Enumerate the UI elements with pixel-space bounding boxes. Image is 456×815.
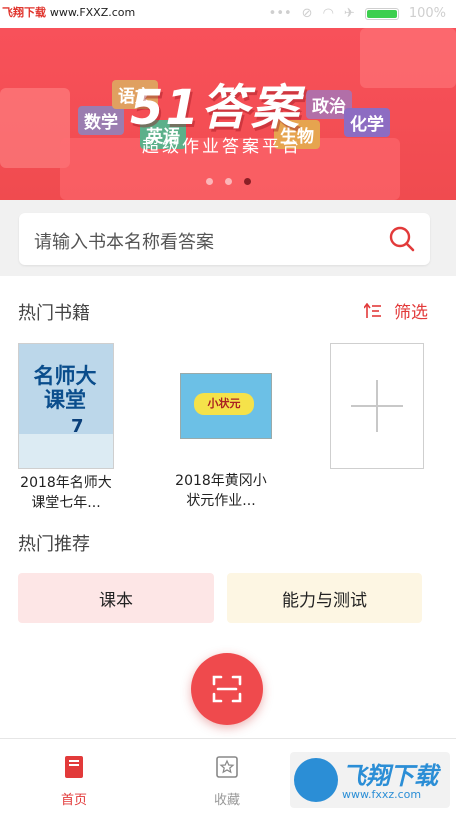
- watermark-url: www.fxxz.com: [342, 788, 422, 801]
- battery-icon: [364, 7, 399, 20]
- recommend-textbook-button[interactable]: 课本: [18, 573, 214, 623]
- filter-button[interactable]: 筛选: [364, 298, 428, 323]
- book-cover: 小状元: [174, 343, 272, 467]
- pagination-dot[interactable]: [205, 178, 213, 185]
- tab-favorites-label: 收藏: [213, 793, 240, 808]
- tab-favorites[interactable]: 收藏: [187, 755, 267, 808]
- home-book-icon: [65, 756, 83, 778]
- banner-title: 51答案: [130, 80, 301, 136]
- book-cover-grade: 7: [71, 416, 84, 437]
- watermark-logo: [294, 758, 338, 802]
- plus-icon: [376, 380, 378, 432]
- watermark-url: www.FXXZ.com: [49, 6, 136, 19]
- banner-subject-tag: 化学: [344, 108, 390, 137]
- book-card[interactable]: 小状元 2018年黄冈小状元作业...: [170, 343, 272, 511]
- sync-off-icon: ⊘: [301, 6, 313, 21]
- book-title: 2018年名师大课堂七年...: [20, 475, 112, 511]
- tab-home[interactable]: 首页: [34, 755, 114, 808]
- sort-filter-icon: [364, 302, 381, 318]
- search-icon[interactable]: [388, 225, 416, 253]
- watermark-top: 飞翔下载 www.FXXZ.com: [2, 4, 135, 22]
- watermark-site-name: 飞翔下载: [2, 6, 46, 19]
- tab-home-label: 首页: [60, 793, 87, 808]
- recommend-ability-test-button[interactable]: 能力与测试: [227, 573, 422, 623]
- banner-pagination: [0, 178, 456, 185]
- recommend-label: 能力与测试: [282, 590, 367, 611]
- battery-text: 100%: [408, 6, 446, 21]
- status-icons: ••• ⊘ ◠ ✈ 100%: [269, 6, 446, 21]
- scan-button[interactable]: [191, 653, 263, 725]
- filter-label: 筛选: [394, 303, 428, 323]
- book-title: 2018年黄冈小状元作业...: [175, 473, 267, 509]
- airplane-icon: ✈: [343, 6, 355, 21]
- scan-icon: [212, 675, 242, 703]
- watermark-bottom: 飞翔下载 www.fxxz.com: [290, 752, 450, 808]
- pagination-dot-active[interactable]: [243, 178, 251, 185]
- book-cover-footer: [19, 434, 113, 468]
- recommend-label: 课本: [99, 590, 133, 611]
- banner-subtitle: 超级作业答案平台: [142, 137, 302, 157]
- add-book-button[interactable]: [330, 343, 424, 469]
- more-dots-icon: •••: [268, 6, 292, 21]
- promo-banner[interactable]: 数学 语文 英语 政治 化学 生物 51答案 超级作业答案平台: [0, 28, 456, 200]
- watermark-brand: 飞翔下载: [342, 762, 438, 790]
- hot-books-heading: 热门书籍: [18, 303, 90, 324]
- star-icon: [216, 756, 238, 778]
- wifi-icon: ◠: [322, 6, 334, 21]
- book-cover-title: 小状元: [194, 393, 254, 415]
- search-placeholder: 请输入书本名称看答案: [34, 232, 214, 253]
- status-bar: 飞翔下载 www.FXXZ.com ••• ⊘ ◠ ✈ 100%: [0, 0, 456, 28]
- book-cover: 名师大课堂 7: [18, 343, 114, 469]
- book-cover-title: 名师大课堂: [33, 364, 97, 412]
- book-card[interactable]: 名师大课堂 7 2018年名师大课堂七年...: [16, 343, 116, 513]
- banner-decor-block: [360, 28, 456, 88]
- recommend-heading: 热门推荐: [18, 534, 90, 555]
- banner-subject-tag: 数学: [78, 106, 124, 135]
- search-input[interactable]: 请输入书本名称看答案: [19, 213, 430, 265]
- pagination-dot[interactable]: [224, 178, 232, 185]
